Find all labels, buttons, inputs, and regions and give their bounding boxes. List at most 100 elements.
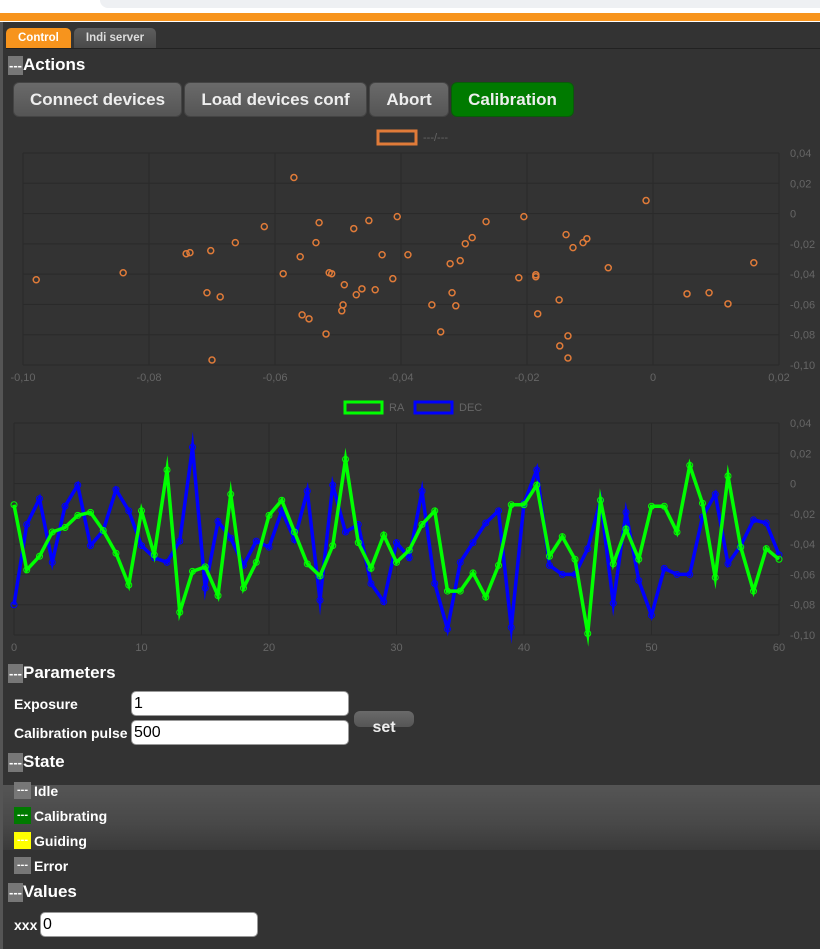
scatter-point xyxy=(371,285,379,294)
section-state: --- State xyxy=(8,752,65,772)
scatter-point xyxy=(520,212,528,221)
scatter-point xyxy=(206,246,215,255)
scatter-point xyxy=(203,289,211,297)
scatter-point xyxy=(564,332,572,340)
scatter-point xyxy=(468,233,476,242)
scatter-point xyxy=(290,173,298,182)
x-tick-label: 60 xyxy=(773,642,785,654)
collapse-toggle[interactable]: --- xyxy=(8,55,23,75)
scatter-point xyxy=(393,212,401,221)
state-indicator-icon: --- xyxy=(14,832,31,849)
scatter-point xyxy=(208,356,216,364)
y-tick-label: 0,02 xyxy=(790,448,811,460)
state-indicator-icon: --- xyxy=(14,807,31,824)
scatter-point xyxy=(312,238,320,247)
scatter-point xyxy=(515,274,523,282)
state-idle: --- Idle xyxy=(14,782,58,799)
scatter-point xyxy=(724,300,732,308)
y-tick-label: 0 xyxy=(790,479,796,491)
scatter-point xyxy=(350,224,358,233)
y-tick-label: -0,04 xyxy=(790,539,815,551)
xxx-label: xxx xyxy=(14,917,38,933)
y-tick-label: -0,02 xyxy=(790,509,815,521)
state-guiding: --- Guiding xyxy=(14,832,87,849)
state-highlight-band xyxy=(3,785,820,850)
connect-devices-button[interactable]: Connect devices xyxy=(13,82,182,117)
state-label: Error xyxy=(34,857,69,874)
scatter-point xyxy=(569,243,577,252)
scatter-point xyxy=(315,218,323,227)
y-tick-label: -0,08 xyxy=(790,600,815,612)
tab-indi-server[interactable]: Indi server xyxy=(73,28,157,48)
state-indicator-icon: --- xyxy=(14,782,31,799)
scatter-point xyxy=(436,328,445,336)
scatter-point xyxy=(358,285,366,293)
calibration-pulse-label: Calibration pulse xyxy=(14,725,128,741)
section-title: Values xyxy=(23,882,77,901)
state-label: Calibrating xyxy=(34,807,108,824)
scatter-point xyxy=(404,251,412,259)
section-actions: --- Actions xyxy=(8,55,85,75)
exposure-input[interactable] xyxy=(131,691,349,716)
scatter-point xyxy=(340,280,349,289)
x-tick-label: 30 xyxy=(390,642,402,654)
calibration-button[interactable]: Calibration xyxy=(451,82,574,117)
collapse-toggle[interactable]: --- xyxy=(8,663,23,683)
legend-label-ra: RA xyxy=(389,402,405,414)
x-tick-label: -0,08 xyxy=(136,372,161,384)
scatter-point xyxy=(705,289,713,297)
collapse-toggle[interactable]: --- xyxy=(8,752,23,772)
xxx-input[interactable] xyxy=(40,912,258,937)
scatter-chart: 0,04 0,02 0 -0,02 -0,04 -0,06 -0,08 -0,10 -0,10 -… xyxy=(10,129,815,384)
scatter-point xyxy=(456,256,464,265)
section-title: State xyxy=(23,752,65,771)
scatter-point xyxy=(231,238,240,247)
x-tick-label: 10 xyxy=(135,642,147,654)
line-chart: 0,04 0,02 0 -0,02 -0,04 -0,06 -0,08 -0,10 0 10 20 3… xyxy=(10,400,815,654)
scatter-point xyxy=(186,248,194,257)
y-tick-label: -0,06 xyxy=(790,299,815,311)
legend-swatch-ra xyxy=(343,400,384,415)
x-tick-label: 0,02 xyxy=(768,372,789,384)
legend-swatch-dec xyxy=(413,400,454,415)
abort-button[interactable]: Abort xyxy=(369,82,449,117)
scatter-point xyxy=(750,259,758,267)
legend-swatch xyxy=(376,129,418,146)
x-tick-label: -0,06 xyxy=(262,372,287,384)
header-stripe xyxy=(0,13,820,21)
scatter-point xyxy=(322,330,330,338)
section-values: --- Values xyxy=(8,882,77,902)
load-devices-conf-button[interactable]: Load devices conf xyxy=(184,82,367,117)
scatter-point xyxy=(446,259,454,268)
scatter-point xyxy=(583,234,591,243)
section-title: Parameters xyxy=(23,663,116,682)
scatter-point xyxy=(533,310,542,318)
collapse-toggle[interactable]: --- xyxy=(8,882,23,902)
set-button-label[interactable]: set xyxy=(354,719,414,737)
tab-divider xyxy=(6,48,820,49)
x-tick-label: 50 xyxy=(645,642,657,654)
x-tick-label: 40 xyxy=(518,642,530,654)
y-tick-label: 0,02 xyxy=(790,178,811,190)
scatter-point xyxy=(338,307,346,315)
y-tick-label: 0,04 xyxy=(790,418,811,430)
calibration-pulse-input[interactable] xyxy=(131,720,349,745)
scatter-point xyxy=(216,293,224,301)
tab-control[interactable]: Control xyxy=(6,28,71,48)
y-tick-label: -0,10 xyxy=(790,630,815,642)
scatter-point xyxy=(119,269,127,277)
x-tick-label: 0 xyxy=(11,642,17,654)
legend-label: ---/--- xyxy=(423,132,448,144)
state-calibrating: --- Calibrating xyxy=(14,807,107,824)
scatter-point xyxy=(555,296,563,304)
state-indicator-icon: --- xyxy=(14,857,31,874)
x-tick-label: 0 xyxy=(650,372,656,384)
scatter-point xyxy=(642,196,650,205)
section-parameters: --- Parameters xyxy=(8,663,116,683)
state-label: Idle xyxy=(34,782,59,799)
exposure-label: Exposure xyxy=(14,696,78,712)
scatter-point xyxy=(365,216,373,225)
scatter-point xyxy=(564,354,572,362)
browser-bar xyxy=(100,0,820,8)
y-tick-label: 0 xyxy=(790,209,796,221)
